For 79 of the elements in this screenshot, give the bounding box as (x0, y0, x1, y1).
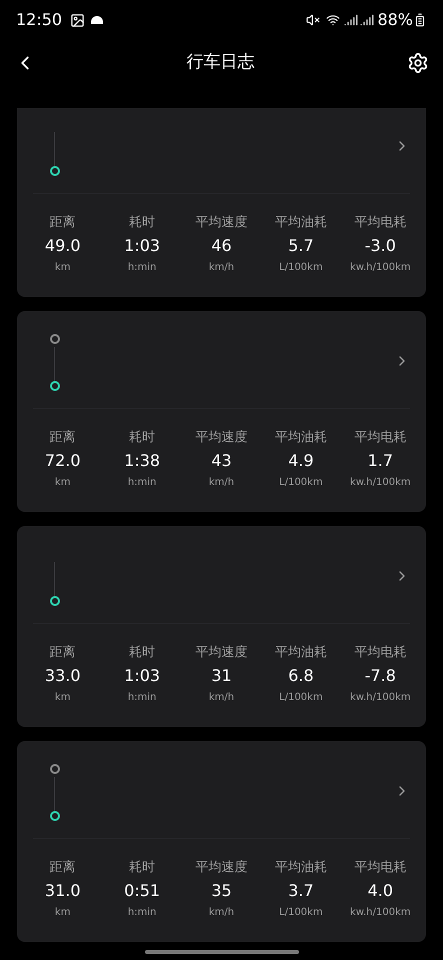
stat-label: 耗时 (129, 214, 156, 232)
stat-unit: kw.h/100km (350, 476, 411, 490)
stat-label: 平均电耗 (354, 214, 406, 232)
stat-label: 平均速度 (196, 859, 248, 877)
stat-value: 5.7 (288, 235, 314, 257)
stat-unit: L/100km (279, 261, 323, 275)
stat-value: 1:03 (124, 235, 160, 257)
stat-value: 72.0 (44, 450, 81, 472)
stat-value: 1:03 (124, 665, 160, 687)
stat-label: 平均油耗 (274, 429, 327, 447)
battery-percent: 88% (377, 9, 413, 31)
stat-unit: kw.h/100km (350, 261, 411, 275)
stat-unit: L/100km (279, 691, 323, 705)
stat-value: 4.9 (288, 450, 314, 472)
stat-value: 43 (211, 450, 232, 472)
stat-unit: h:min (128, 691, 156, 705)
stat-unit: km/h (208, 476, 234, 490)
stat-unit: km (54, 906, 70, 920)
stat-value: 49.0 (44, 235, 81, 257)
stat-value: 1:38 (124, 450, 160, 472)
stat-label: 耗时 (129, 859, 156, 877)
stat-value: 6.8 (288, 665, 314, 687)
stat-label: 距离 (50, 429, 76, 447)
stat-unit: km/h (208, 691, 234, 705)
stat-unit: L/100km (279, 476, 323, 490)
stat-unit: h:min (128, 906, 156, 920)
stat-value: 4.0 (368, 880, 394, 902)
stat-unit: kw.h/100km (350, 906, 411, 920)
stat-label: 平均电耗 (354, 644, 406, 662)
image-icon (70, 12, 86, 28)
stat-value: 46 (211, 235, 232, 257)
mute-icon (306, 13, 320, 27)
stat-label: 平均油耗 (274, 214, 327, 232)
stat-value: -3.0 (364, 235, 396, 257)
signal-icon (344, 13, 358, 27)
stat-unit: km (54, 261, 70, 275)
stat-value: 3.7 (288, 880, 314, 902)
trip-card[interactable]: 距离 33.0 km 耗时 1:03 h:min 平均速度 31 km/h 平均油耗 6.8 L/100km 平均电耗 -7.8 kw.h/100km (17, 526, 426, 727)
stat-label: 平均油耗 (274, 644, 327, 662)
destination-marker-icon (50, 166, 60, 176)
stat-unit: kw.h/100km (350, 691, 411, 705)
page-title: 行车日志 (186, 51, 256, 74)
stat-label: 平均速度 (196, 429, 248, 447)
trip-card[interactable]: 距离 49.0 km 耗时 1:03 h:min 平均速度 46 km/h 平均油耗 5.7 L/100km 平均电耗 -3.0 kw.h/100km (17, 108, 426, 297)
stat-label: 距离 (50, 859, 76, 877)
wifi-icon (326, 13, 340, 27)
stat-value: 31 (211, 665, 232, 687)
stat-value: 0:51 (124, 880, 160, 902)
stat-label: 耗时 (129, 644, 156, 662)
stat-value: -7.8 (364, 665, 396, 687)
settings-icon (407, 52, 429, 74)
destination-marker-icon (50, 381, 60, 391)
stat-label: 平均速度 (196, 644, 248, 662)
stat-label: 平均油耗 (274, 859, 327, 877)
settings-button[interactable] (407, 52, 429, 74)
destination-marker-icon (50, 596, 60, 606)
battery-icon (413, 13, 427, 27)
stat-value: 31.0 (44, 880, 81, 902)
stat-unit: km/h (208, 906, 234, 920)
destination-marker-icon (50, 811, 60, 821)
stat-label: 距离 (50, 644, 76, 662)
stat-label: 平均电耗 (354, 859, 406, 877)
stat-label: 平均速度 (196, 214, 248, 232)
signal-icon (360, 13, 374, 27)
trip-card[interactable]: 距离 72.0 km 耗时 1:38 h:min 平均速度 43 km/h 平均油耗 4.9 L/100km 平均电耗 1.7 kw.h/100km (17, 311, 426, 512)
stat-unit: km (54, 691, 70, 705)
stat-unit: km (54, 476, 70, 490)
stat-label: 耗时 (129, 429, 156, 447)
stat-unit: h:min (128, 261, 156, 275)
stat-unit: L/100km (279, 906, 323, 920)
stat-label: 距离 (50, 214, 76, 232)
trip-card[interactable]: 距离 31.0 km 耗时 0:51 h:min 平均速度 35 km/h 平均油耗 3.7 L/100km 平均电耗 4.0 kw.h/100km (17, 741, 426, 942)
status-time: 12:50 (16, 9, 62, 31)
stat-label: 平均电耗 (354, 429, 406, 447)
stat-value: 1.7 (368, 450, 394, 472)
stat-unit: h:min (128, 476, 156, 490)
stat-unit: km/h (208, 261, 234, 275)
stat-value: 35 (211, 880, 232, 902)
stat-value: 33.0 (44, 665, 81, 687)
